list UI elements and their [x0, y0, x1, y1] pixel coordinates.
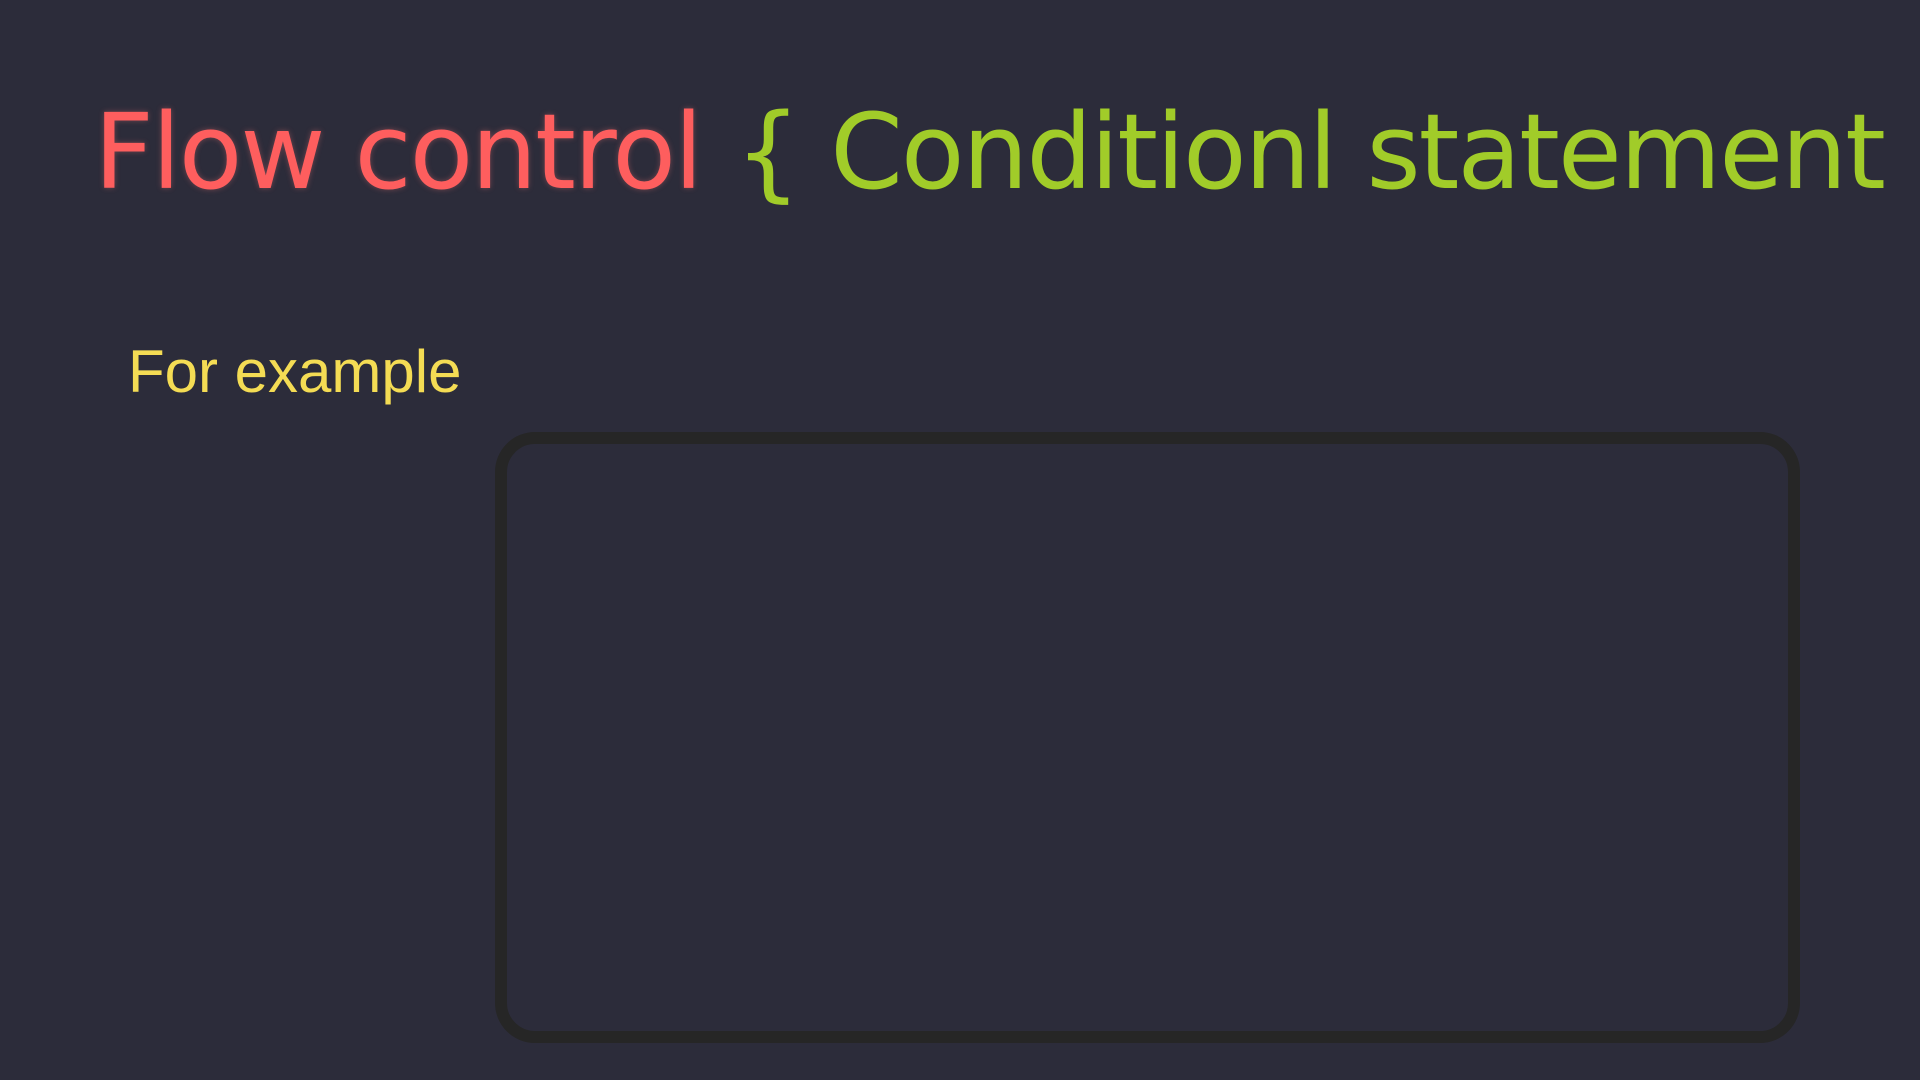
slide-title: Flow control — [94, 91, 703, 213]
example-heading: For example — [128, 338, 462, 405]
example-box — [495, 432, 1800, 1043]
slide: Flow control { Conditionl statement } Fo… — [0, 0, 1920, 1080]
slide-subtitle: { Conditionl statement } — [735, 91, 1920, 213]
